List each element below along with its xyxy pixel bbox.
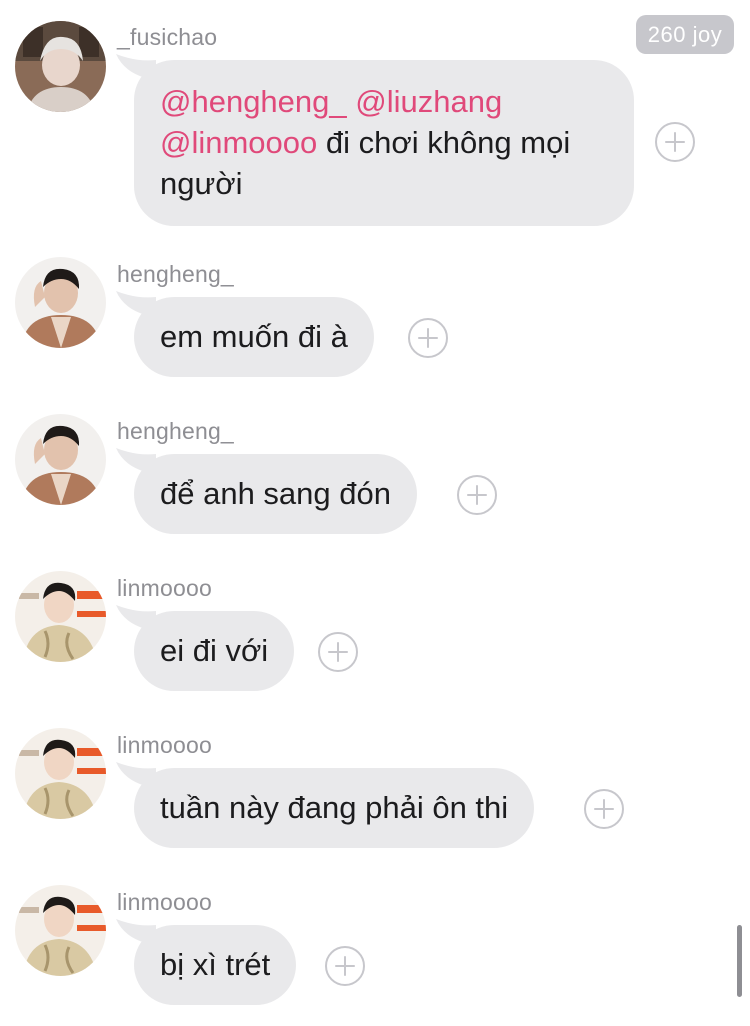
bubble-container: bị xì trét <box>116 919 297 1005</box>
add-reaction-icon[interactable] <box>318 632 358 672</box>
avatar-hengheng <box>15 414 106 505</box>
avatar[interactable] <box>15 257 106 348</box>
bubble-container: để anh sang đón <box>116 448 417 534</box>
avatar[interactable] <box>15 414 106 505</box>
username: linmoooo <box>117 889 212 915</box>
avatar[interactable] <box>15 885 106 976</box>
bubble-container: ei đi với <box>116 605 295 691</box>
avatar-linmoooo <box>15 885 106 976</box>
add-reaction-icon[interactable] <box>584 789 624 829</box>
avatar-linmoooo <box>15 728 106 819</box>
add-reaction-icon[interactable] <box>408 318 448 358</box>
message-bubble[interactable]: tuần này đang phải ôn thi <box>134 768 535 848</box>
add-reaction-icon[interactable] <box>655 122 695 162</box>
mention-link[interactable]: @liuzhang <box>355 84 502 119</box>
bubble-container: tuần này đang phải ôn thi <box>116 762 535 848</box>
add-reaction-icon[interactable] <box>457 475 497 515</box>
username: hengheng_ <box>117 418 234 444</box>
scrollbar[interactable] <box>737 925 742 997</box>
message-bubble[interactable]: @hengheng_ @liuzhang @linmoooo đi chơi k… <box>134 60 634 226</box>
message-bubble[interactable]: để anh sang đón <box>134 454 417 534</box>
message-bubble[interactable]: em muốn đi à <box>134 297 374 377</box>
username: hengheng_ <box>117 261 234 287</box>
avatar-fusichao <box>15 21 106 112</box>
points-badge: 260 joy <box>636 15 734 54</box>
bubble-container: @hengheng_ @liuzhang @linmoooo đi chơi k… <box>116 54 634 226</box>
avatar[interactable] <box>15 728 106 819</box>
username: _fusichao <box>117 24 218 50</box>
message-bubble[interactable]: ei đi với <box>134 611 295 691</box>
message-bubble[interactable]: bị xì trét <box>134 925 297 1005</box>
mention-link[interactable]: @hengheng_ <box>160 84 347 119</box>
username: linmoooo <box>117 575 212 601</box>
username: linmoooo <box>117 732 212 758</box>
bubble-container: em muốn đi à <box>116 291 374 377</box>
avatar-hengheng <box>15 257 106 348</box>
avatar[interactable] <box>15 21 106 112</box>
avatar[interactable] <box>15 571 106 662</box>
mention-link[interactable]: @linmoooo <box>160 125 317 160</box>
add-reaction-icon[interactable] <box>325 946 365 986</box>
avatar-linmoooo <box>15 571 106 662</box>
